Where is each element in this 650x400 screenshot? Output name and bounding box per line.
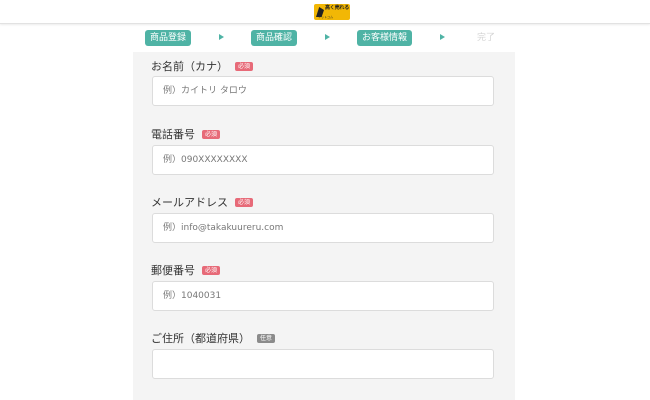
site-logo[interactable]: 高く売れる ドットコム [314,4,350,20]
phone-field-label: 電話番号 必須 [151,126,221,142]
required-badge: 必須 [235,61,254,71]
postal-code-input[interactable] [152,281,494,311]
address-label-text: ご住所（都道府県） [151,332,250,345]
step-arrow-icon [325,34,330,40]
email-input[interactable] [152,213,494,243]
email-field-label: メールアドレス 必須 [151,194,254,210]
progress-steps: 商品登録 商品確認 お客様情報 完了 [0,30,650,46]
phone-label-text: 電話番号 [151,128,195,141]
address-field-label: ご住所（都道府県） 任意 [151,330,276,346]
logo-text: 高く売れる [325,5,350,11]
required-badge: 必須 [235,197,254,207]
name-field-label: お名前（カナ） 必須 [151,58,254,74]
logo-subtext: ドットコム [318,15,334,19]
site-header: 高く売れる ドットコム [0,0,650,24]
step-product-registration: 商品登録 [145,30,191,46]
name-kana-input[interactable] [152,76,494,106]
name-label-text: お名前（カナ） [151,60,228,73]
phone-input[interactable] [152,145,494,175]
step-customer-info: お客様情報 [357,30,412,46]
email-label-text: メールアドレス [151,196,228,209]
postal-label-text: 郵便番号 [151,264,195,277]
step-arrow-icon [219,34,224,40]
required-badge: 必須 [202,129,221,139]
step-product-confirmation: 商品確認 [251,30,297,46]
step-arrow-icon [440,34,445,40]
prefecture-input[interactable] [152,349,494,379]
postal-field-label: 郵便番号 必須 [151,262,221,278]
optional-badge: 任意 [257,333,276,343]
required-badge: 必須 [202,265,221,275]
step-complete: 完了 [476,33,495,43]
